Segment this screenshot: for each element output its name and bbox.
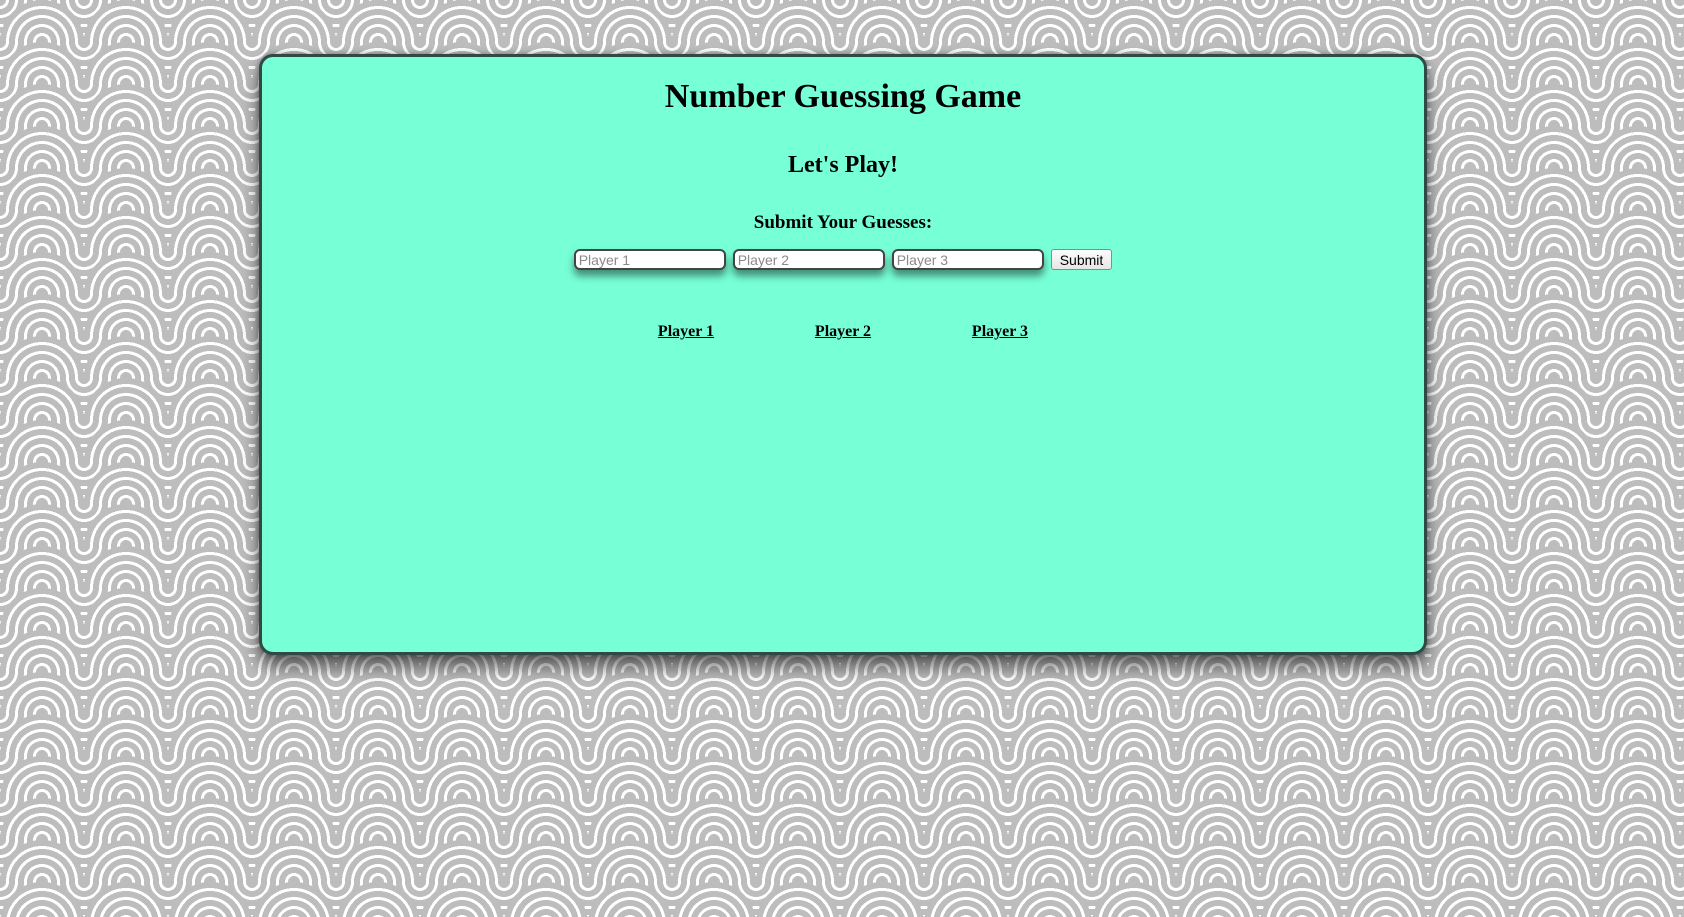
guess-prompt: Submit Your Guesses: [753, 212, 933, 233]
player-3-guess-input[interactable] [891, 249, 1044, 270]
player-1-guess-input[interactable] [573, 249, 726, 270]
player-3-heading: Player 3 [971, 323, 1029, 340]
submit-button[interactable]: Submit [1050, 249, 1113, 270]
page-title: Number Guessing Game [664, 78, 1022, 115]
game-panel: Number Guessing Game Let's Play! Submit … [259, 54, 1427, 655]
player-2-heading: Player 2 [814, 323, 872, 340]
player-1-heading: Player 1 [657, 323, 715, 340]
player-2-guess-input[interactable] [732, 249, 885, 270]
game-subtitle: Let's Play! [788, 152, 898, 178]
guess-form: Submit [262, 249, 1424, 270]
player-columns: Player 1 Player 2 Player 3 [262, 322, 1424, 342]
